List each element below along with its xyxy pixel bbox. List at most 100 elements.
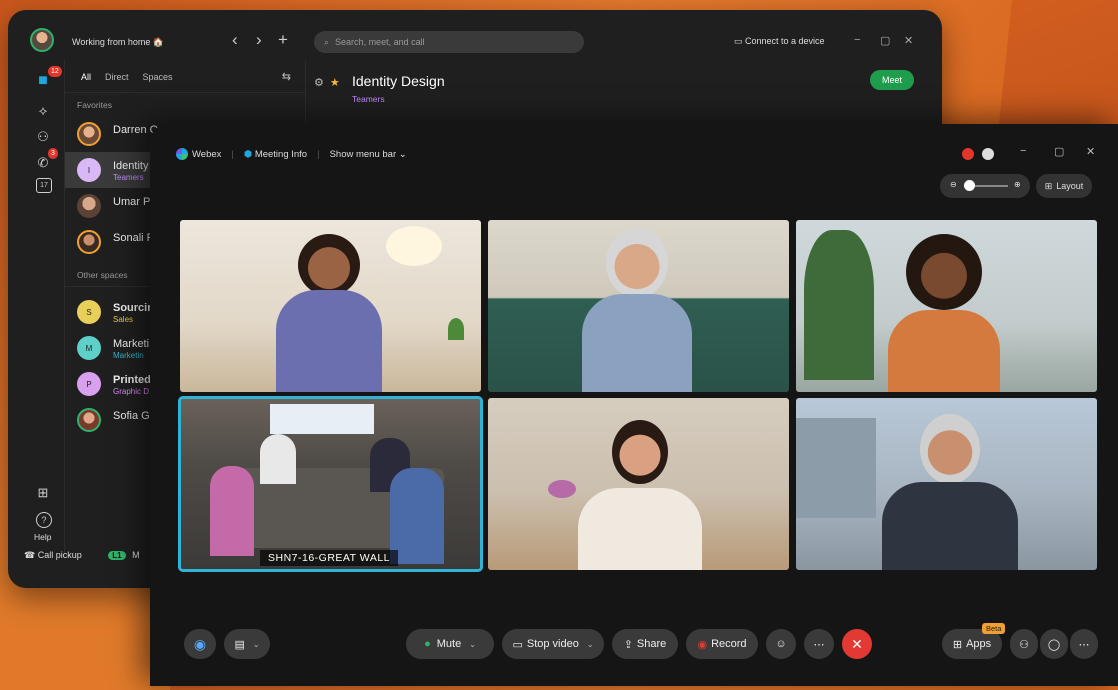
- zoom-knob[interactable]: [964, 180, 975, 191]
- minimize-button[interactable]: −: [854, 34, 860, 46]
- list-item-name: Sonali F: [113, 232, 154, 244]
- user-avatar[interactable]: [30, 28, 54, 52]
- meeting-info-label: Meeting Info: [254, 148, 308, 160]
- shield-icon: ⬢: [243, 148, 255, 160]
- microphone-icon: ●: [424, 638, 431, 650]
- participants-button[interactable]: ⚇: [1010, 629, 1038, 659]
- chevron-down-icon: ⌄: [586, 639, 594, 649]
- avatar-initial: S: [86, 307, 92, 317]
- connect-device-button[interactable]: ▭ Connect to a device: [734, 36, 825, 47]
- maximize-button[interactable]: ▢: [880, 34, 890, 47]
- maximize-button[interactable]: ▢: [1054, 145, 1064, 158]
- video-tile[interactable]: [796, 220, 1097, 392]
- emoji-icon: ☺: [775, 638, 787, 650]
- settings-icon[interactable]: ⚙: [314, 77, 324, 89]
- avatar: P: [77, 372, 101, 396]
- recording-indicator-icon: [962, 148, 974, 160]
- share-button[interactable]: ⇪ Share: [612, 629, 678, 659]
- search-input[interactable]: ⌕ Search, meet, and call: [314, 31, 584, 53]
- other-spaces-header: Other spaces: [77, 270, 128, 280]
- call-pickup-icon: ☎: [24, 550, 38, 560]
- record-button[interactable]: ◉ Record: [686, 629, 758, 659]
- close-button[interactable]: ✕: [904, 34, 913, 47]
- participant-body: [882, 482, 1018, 570]
- user-status[interactable]: Working from home 🏠: [72, 37, 164, 48]
- chat-button[interactable]: ◯: [1040, 629, 1068, 659]
- apps-grid-icon[interactable]: ⊞: [32, 482, 54, 504]
- messages-badge: 12: [48, 66, 62, 77]
- reactions-button[interactable]: ☺: [766, 629, 796, 659]
- layout-button[interactable]: ⊞ Layout: [1036, 174, 1092, 198]
- list-item-sub: Graphic D: [113, 387, 150, 396]
- ellipsis-icon: ⋯: [813, 638, 825, 651]
- messaging-icon[interactable]: ■ 12: [32, 66, 62, 92]
- back-arrow-icon[interactable]: ‹: [232, 30, 238, 50]
- record-label: Record: [711, 638, 747, 650]
- show-menu-bar-button[interactable]: Show menu bar ⌄: [330, 149, 407, 160]
- captions-button[interactable]: ▤ ⌄: [224, 629, 270, 659]
- meet-button[interactable]: Meet: [869, 70, 914, 90]
- help-icon[interactable]: ?: [36, 512, 52, 528]
- video-tile[interactable]: [488, 220, 789, 392]
- filter-tabs: All Direct Spaces: [81, 72, 173, 82]
- search-icon: ⌕: [324, 36, 330, 47]
- video-tile[interactable]: [180, 220, 481, 392]
- list-item-name: Umar P: [113, 196, 151, 208]
- calling-icon[interactable]: ✆ 3: [32, 148, 58, 174]
- participant-video: [606, 228, 668, 298]
- assistant-icon[interactable]: ◉: [184, 629, 216, 659]
- more-panel-button[interactable]: ⋯: [1070, 629, 1098, 659]
- list-item-sub: Teamers: [113, 173, 144, 182]
- more-options-button[interactable]: ⋯: [804, 629, 834, 659]
- close-button[interactable]: ✕: [1086, 145, 1095, 158]
- stop-video-button[interactable]: ▭ Stop video ⌄: [502, 629, 604, 659]
- avatar: M: [77, 336, 101, 360]
- line-badge[interactable]: L1: [108, 551, 126, 560]
- help-label[interactable]: Help: [34, 532, 51, 542]
- mute-button[interactable]: ● Mute ⌄: [406, 629, 494, 659]
- video-tile[interactable]: [796, 398, 1097, 570]
- list-item-name: Printed: [113, 374, 151, 386]
- avatar-initial: I: [87, 165, 91, 175]
- space-team[interactable]: Teamers: [352, 94, 385, 104]
- minimize-button[interactable]: −: [1020, 145, 1026, 157]
- forward-arrow-icon[interactable]: ›: [256, 30, 262, 50]
- contacts-icon[interactable]: ⚇: [32, 126, 54, 148]
- participant-video: [920, 414, 980, 484]
- filter-icon[interactable]: ⇆: [282, 70, 291, 83]
- separator: |: [317, 148, 320, 160]
- plus-icon[interactable]: +: [278, 30, 288, 50]
- city-skyline: [796, 418, 876, 518]
- apps-grid-icon: ⊞: [952, 638, 963, 651]
- participant-video: [390, 468, 444, 564]
- lamp: [386, 226, 442, 266]
- meeting-info-button[interactable]: ⬢ Meeting Info: [244, 149, 307, 160]
- compass-icon[interactable]: [982, 148, 994, 160]
- tab-direct[interactable]: Direct: [105, 72, 129, 82]
- zoom-out-icon[interactable]: ⊖: [950, 180, 957, 189]
- line-label: M: [132, 550, 140, 560]
- call-pickup-button[interactable]: ☎ Call pickup: [24, 550, 82, 560]
- plant: [804, 230, 874, 380]
- video-tile[interactable]: [488, 398, 789, 570]
- teams-icon[interactable]: ⟡: [32, 100, 54, 122]
- menu-bar-label: Show menu bar: [329, 148, 397, 160]
- star-icon[interactable]: ★: [330, 77, 340, 89]
- room-label: SHN7-16-GREAT WALL: [260, 550, 399, 566]
- tab-spaces[interactable]: Spaces: [143, 72, 173, 82]
- calendar-icon[interactable]: 17: [36, 178, 52, 193]
- avatar: S: [77, 300, 101, 324]
- calendar-day: 17: [40, 182, 48, 189]
- captions-icon: ▤: [234, 638, 245, 651]
- left-rail: ■ 12 ⟡ ⚇ ✆ 3 17 ⊞ ? Help: [24, 62, 64, 552]
- chat-bubble-icon: ◯: [1047, 638, 1061, 651]
- video-tile-active[interactable]: SHN7-16-GREAT WALL: [178, 396, 483, 572]
- end-call-button[interactable]: ✕: [842, 629, 872, 659]
- camera-icon: ▭: [512, 638, 523, 651]
- participant-video: [612, 420, 668, 484]
- zoom-slider[interactable]: ⊖ ⊕: [940, 174, 1030, 198]
- zoom-in-icon[interactable]: ⊕: [1014, 180, 1021, 189]
- avatar: [77, 408, 101, 432]
- tab-all[interactable]: All: [81, 72, 91, 82]
- avatar: [77, 230, 101, 254]
